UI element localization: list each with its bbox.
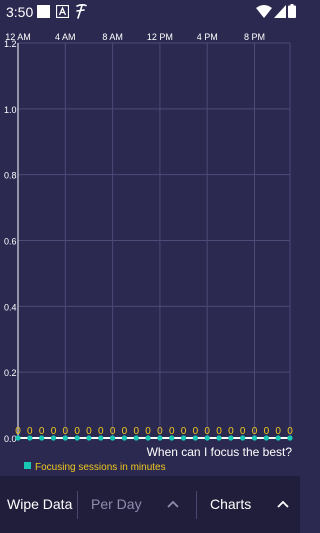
data-label: 0: [240, 426, 246, 437]
cursive-f-icon: [74, 3, 88, 19]
data-label: 0: [39, 426, 45, 437]
x-tick-label: 4 AM: [55, 32, 76, 42]
data-label: 0: [157, 426, 163, 437]
cell-signal-icon: [274, 5, 286, 18]
data-label: 0: [63, 426, 69, 437]
divider: [77, 491, 78, 519]
data-label: 0: [228, 426, 234, 437]
data-label: 0: [193, 426, 199, 437]
data-label: 0: [145, 426, 151, 437]
chevron-up-icon[interactable]: [276, 476, 290, 533]
data-label: 0: [110, 426, 116, 437]
charts-select[interactable]: Charts: [210, 476, 251, 533]
data-label: 0: [74, 426, 80, 437]
data-label: 0: [204, 426, 210, 437]
legend-label: Focusing sessions in minutes: [35, 462, 166, 473]
white-square-icon: [37, 5, 50, 18]
data-label: 0: [15, 426, 21, 437]
y-tick-label: 1.0: [4, 105, 17, 115]
data-label: 0: [27, 426, 33, 437]
y-tick-label: 0.4: [4, 302, 17, 312]
x-tick-label: 8 PM: [244, 32, 265, 42]
bottom-bar: Wipe Data Per Day Charts: [0, 476, 300, 533]
data-label: 0: [287, 426, 293, 437]
battery-icon: [288, 4, 296, 18]
status-time: 3:50: [6, 4, 34, 20]
divider: [196, 491, 197, 519]
y-tick-label: 0.8: [4, 171, 17, 181]
data-label: 0: [133, 426, 139, 437]
status-bar: 3:50: [0, 0, 300, 24]
a-badge-icon: [55, 4, 70, 19]
chart-description: When can I focus the best?: [147, 445, 293, 459]
y-tick-label: 0.2: [4, 368, 17, 378]
x-tick-label: 4 PM: [197, 32, 218, 42]
legend-swatch: [24, 462, 31, 469]
y-tick-label: 0.6: [4, 237, 17, 247]
data-label: 0: [86, 426, 92, 437]
data-label: 0: [51, 426, 57, 437]
focus-chart: 0.0 0.2 0.4 0.6 0.8 1.0 1.2 12 AM 4 AM 8 AM 12 PM 4…: [0, 24, 300, 476]
data-label: 0: [169, 426, 175, 437]
data-label: 0: [122, 426, 128, 437]
data-label: 0: [252, 426, 258, 437]
x-tick-label: 12 AM: [5, 32, 31, 42]
data-label: 0: [264, 426, 270, 437]
data-label: 0: [181, 426, 187, 437]
x-tick-label: 12 PM: [147, 32, 173, 42]
period-select[interactable]: Per Day: [91, 476, 142, 533]
x-tick-label: 8 AM: [102, 32, 123, 42]
chart-svg: 0.00.20.40.60.81.01.212 AM 4 AM 8 AM 12 PM 4…: [4, 32, 293, 473]
chevron-up-icon[interactable]: [166, 476, 180, 533]
data-label: 0: [275, 426, 281, 437]
wipe-data-button[interactable]: Wipe Data: [7, 476, 72, 533]
data-label: 0: [98, 426, 104, 437]
wifi-icon: [256, 5, 272, 18]
data-label: 0: [216, 426, 222, 437]
